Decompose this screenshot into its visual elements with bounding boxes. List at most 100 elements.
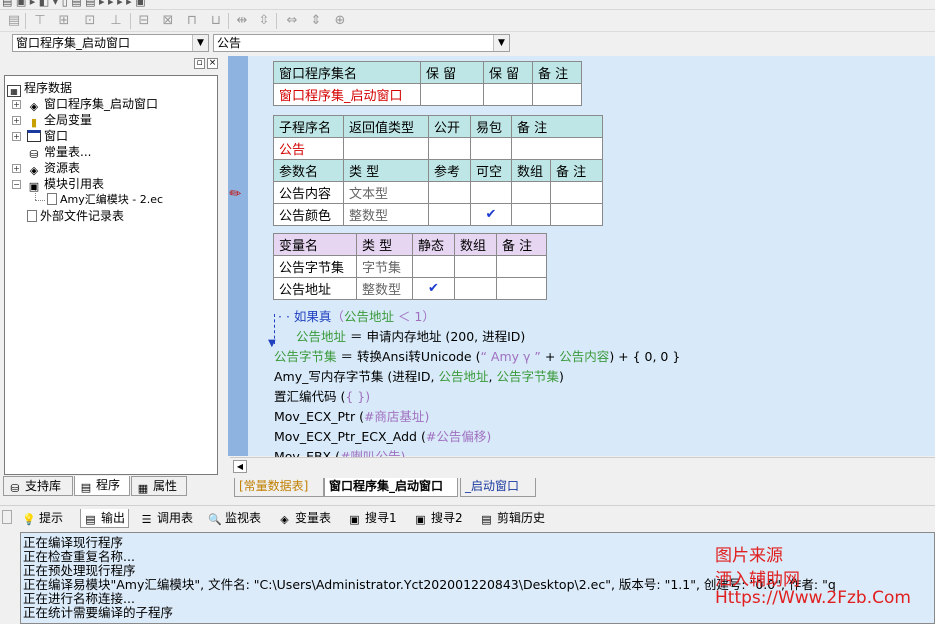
chevron-down-icon[interactable]: ▼ xyxy=(192,35,208,51)
tree-item-resources[interactable]: ◈ 资源表 xyxy=(27,160,80,177)
table-cell[interactable] xyxy=(470,181,512,204)
tab-support-library[interactable]: ⛁ 支持库 xyxy=(3,476,73,496)
param-name-cell[interactable]: 公告内容 xyxy=(273,181,344,204)
restore-icon[interactable]: ▫ xyxy=(194,58,205,69)
output-line: 正在编译易模块"Amy汇编模块", 文件名: "C:\Users\Adminis… xyxy=(23,577,836,592)
subroutine-combo[interactable]: 公告 ▼ xyxy=(213,34,510,52)
table-cell[interactable] xyxy=(428,181,471,204)
table-cell[interactable] xyxy=(454,277,497,300)
doc-icon xyxy=(27,210,37,222)
same-height-icon[interactable]: ⊔ xyxy=(208,13,224,28)
tree-item-constants[interactable]: ⛁ 常量表... xyxy=(27,144,91,161)
tab-properties[interactable]: ▦ 属性 xyxy=(131,476,187,496)
tree-item-assembly[interactable]: ◈ 窗口程序集_启动窗口 xyxy=(27,96,158,113)
expand-icon[interactable]: + xyxy=(12,164,21,173)
col-header: 备 注 xyxy=(550,159,603,182)
tab-call-table[interactable]: ☰ 调用表 xyxy=(140,509,193,528)
expand-icon[interactable]: + xyxy=(12,116,21,125)
tree-item-window[interactable]: 窗口 xyxy=(27,128,68,144)
table-cell[interactable] xyxy=(412,255,455,278)
toolbar-partial-icons: ▤ ▣ ▸ ◧ ▾ ▯ ▤ ▤ ▸ ▸ ▸ ▸ ▣ xyxy=(2,0,146,8)
var-name-cell[interactable]: 公告地址 xyxy=(273,277,357,300)
center-v-icon[interactable]: ⇳ xyxy=(256,13,272,28)
code-line-write[interactable]: Amy_写内存字节集 (进程ID, 公告地址, 公告字节集) xyxy=(274,366,564,385)
close-icon[interactable]: × xyxy=(207,58,218,69)
resize-h-icon[interactable]: ⇔ xyxy=(284,13,300,28)
table-cell[interactable] xyxy=(511,203,551,226)
tab-variables[interactable]: ◈ 变量表 xyxy=(278,509,331,528)
table-cell[interactable] xyxy=(483,83,533,106)
editor-hscrollbar[interactable]: ◀ xyxy=(230,457,935,474)
code-line-mov2[interactable]: Mov_ECX_Ptr_ECX_Add (#公告偏移) xyxy=(274,426,491,445)
param-type-cell[interactable]: 文本型 xyxy=(343,181,429,204)
table-cell[interactable] xyxy=(550,203,603,226)
tab-program[interactable]: ▤ 程序 xyxy=(74,476,130,496)
subroutine-name-cell[interactable]: 公告 xyxy=(273,137,344,160)
tree-item-modules[interactable]: ▣ 模块引用表 xyxy=(27,176,104,193)
nullable-cell[interactable]: ✔ xyxy=(470,203,512,226)
table-cell[interactable] xyxy=(532,83,582,106)
tab-output[interactable]: ▤ 输出 xyxy=(80,509,130,528)
collapse-icon[interactable]: − xyxy=(12,180,21,189)
tab-startup-window[interactable]: _启动窗口 xyxy=(460,478,536,497)
spacing-v-icon[interactable]: ⊠ xyxy=(160,13,176,28)
table-cell[interactable] xyxy=(428,203,471,226)
col-header: 窗口程序集名 xyxy=(273,61,421,84)
table-cell[interactable] xyxy=(454,255,497,278)
var-type-cell[interactable]: 字节集 xyxy=(356,255,413,278)
output-line: 正在编译现行程序 xyxy=(23,535,124,550)
watermark-url: Https://Www.2Fzb.Com xyxy=(715,588,911,608)
param-name-cell[interactable]: 公告颜色 xyxy=(273,203,344,226)
resize-both-icon[interactable]: ⊕ xyxy=(332,13,348,28)
scroll-left-icon[interactable]: ◀ xyxy=(233,460,247,473)
table-cell[interactable] xyxy=(496,277,547,300)
table-cell[interactable] xyxy=(470,137,512,160)
tab-search1[interactable]: ▣ 搜寻1 xyxy=(348,509,396,528)
tab-constants[interactable]: [常量数据表] xyxy=(234,478,324,497)
tab-watch[interactable]: 🔍 监视表 xyxy=(208,509,261,528)
code-line-mov1[interactable]: Mov_ECX_Ptr (#商店基址) xyxy=(274,406,429,425)
align-bottom-icon[interactable]: ⊥ xyxy=(108,13,124,28)
tab-hint[interactable]: 💡 提示 xyxy=(22,509,63,528)
code-line-asm[interactable]: 置汇编代码 ({ }) xyxy=(274,386,370,405)
code-line-convert[interactable]: 公告字节集 ＝ 转换Ansi转Unicode (“ Amy γ ” + 公告内容… xyxy=(274,346,680,365)
table-cell[interactable] xyxy=(420,83,484,106)
tree-root[interactable]: ▦ 程序数据 xyxy=(7,80,72,97)
align-left-icon[interactable]: ▤ xyxy=(6,13,22,28)
align-center-icon[interactable]: ⊞ xyxy=(56,13,72,28)
table-cell[interactable] xyxy=(343,137,429,160)
assembly-combo[interactable]: 窗口程序集_启动窗口 ▼ xyxy=(12,34,209,52)
align-top-icon[interactable]: ⊤ xyxy=(32,13,48,28)
tree-item-globals[interactable]: ▮ 全局变量 xyxy=(27,112,92,129)
code-line-if[interactable]: · · 如果真（公告地址 ＜ 1） xyxy=(278,306,435,325)
var-type-cell[interactable]: 整数型 xyxy=(356,277,413,300)
chevron-down-icon[interactable]: ▼ xyxy=(493,35,509,51)
col-header: 数组 xyxy=(454,233,497,256)
tab-search2[interactable]: ▣ 搜寻2 xyxy=(414,509,462,528)
spacing-h-icon[interactable]: ⊟ xyxy=(136,13,152,28)
align-middle-icon[interactable]: ⊡ xyxy=(82,13,98,28)
param-type-cell[interactable]: 整数型 xyxy=(343,203,429,226)
table-cell[interactable] xyxy=(496,255,547,278)
tree-item-external-files[interactable]: 外部文件记录表 xyxy=(27,208,124,224)
table-cell[interactable] xyxy=(511,181,551,204)
tab-clip-history[interactable]: ▤ 剪辑历史 xyxy=(480,509,545,528)
expand-icon[interactable]: + xyxy=(12,100,21,109)
window-icon xyxy=(27,130,41,142)
table-cell[interactable] xyxy=(550,181,603,204)
static-cell[interactable]: ✔ xyxy=(412,277,455,300)
tree-item-module-file[interactable]: Amy汇编模块 - 2.ec xyxy=(47,192,163,208)
var-name-cell[interactable]: 公告字节集 xyxy=(273,255,357,278)
checkmark-icon: ✔ xyxy=(485,207,497,222)
tab-assembly[interactable]: 窗口程序集_启动窗口 xyxy=(324,478,458,497)
col-header: 备 注 xyxy=(511,115,603,138)
same-width-icon[interactable]: ⊓ xyxy=(184,13,200,28)
assembly-name-cell[interactable]: 窗口程序集_启动窗口 xyxy=(273,83,421,106)
center-h-icon[interactable]: ⇹ xyxy=(234,13,250,28)
table-cell[interactable] xyxy=(511,137,603,160)
col-header: 保 留 xyxy=(420,61,484,84)
code-line-alloc[interactable]: 公告地址 ＝ 申请内存地址 (200, 进程ID) xyxy=(296,326,525,345)
expand-icon[interactable]: + xyxy=(12,132,21,141)
resize-v-icon[interactable]: ⇕ xyxy=(308,13,324,28)
table-cell[interactable] xyxy=(428,137,471,160)
